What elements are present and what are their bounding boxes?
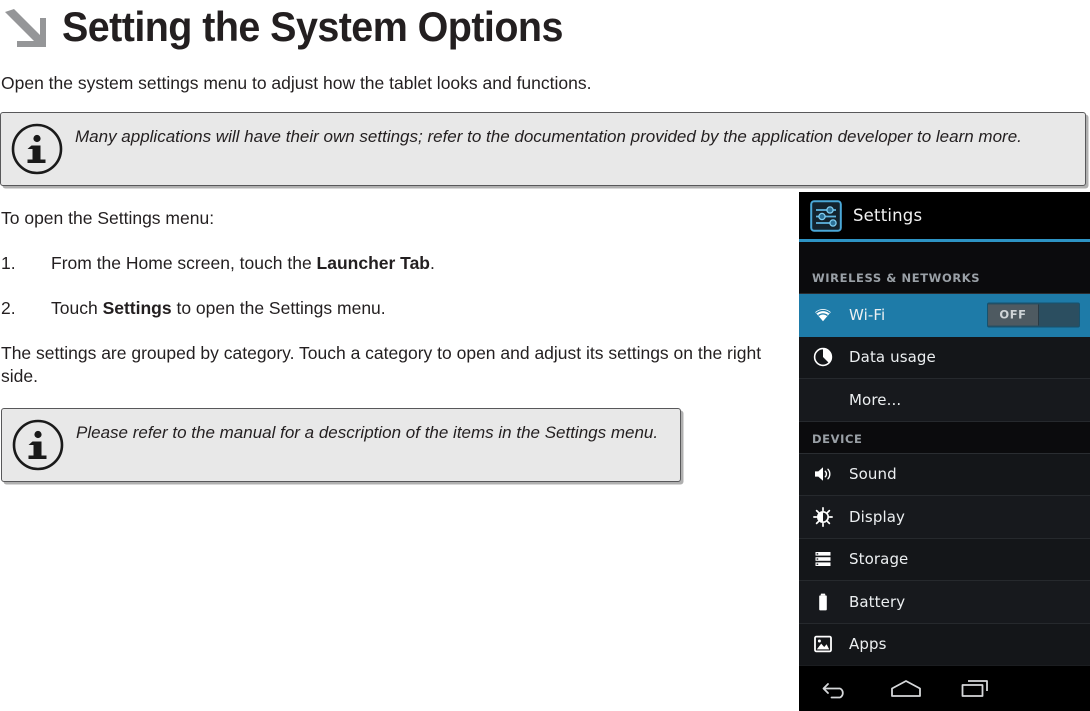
list-item-text-after: . xyxy=(430,253,435,273)
wifi-toggle-label: OFF xyxy=(999,307,1027,322)
info-icon xyxy=(11,123,63,175)
android-header: Settings xyxy=(799,192,1090,239)
intro-paragraph: Open the system settings menu to adjust … xyxy=(1,73,592,93)
list-item-text-before: Touch xyxy=(51,298,103,318)
list-item-body: From the Home screen, touch the Launcher… xyxy=(51,252,771,275)
note-text: Please refer to the manual for a descrip… xyxy=(76,423,659,442)
list-item-text-after: to open the Settings menu. xyxy=(171,298,386,318)
note-text: Many applications will have their own se… xyxy=(75,127,1022,146)
wifi-toggle-knob[interactable]: OFF xyxy=(988,304,1039,326)
arrow-down-right-icon xyxy=(2,6,48,50)
list-item-text-before: From the Home screen, touch the xyxy=(51,253,317,273)
settings-row-apps[interactable]: Apps xyxy=(799,623,1090,666)
settings-row-label: Wi-Fi xyxy=(849,305,886,324)
recents-icon[interactable] xyxy=(953,672,999,706)
page-title-row: Setting the System Options xyxy=(0,0,1090,54)
apps-image-icon xyxy=(812,633,834,655)
settings-sliders-icon xyxy=(810,199,842,232)
list-item-number: 1. xyxy=(1,253,16,273)
android-header-gap xyxy=(799,242,1090,260)
section-header-wireless: WIRELESS & NETWORKS xyxy=(799,260,1090,294)
pie-chart-icon xyxy=(812,346,834,368)
android-header-title: Settings xyxy=(853,206,923,225)
brightness-icon xyxy=(812,506,834,528)
note-box-applications: Many applications will have their own se… xyxy=(0,112,1086,186)
wifi-toggle[interactable]: OFF xyxy=(987,302,1080,328)
settings-row-sound[interactable]: Sound xyxy=(799,453,1090,496)
list-item-bold: Launcher Tab xyxy=(316,253,430,273)
settings-row-label: Apps xyxy=(849,635,887,654)
android-navigation-bar xyxy=(799,665,1090,711)
battery-icon xyxy=(812,591,834,613)
settings-row-wifi[interactable]: Wi-Fi OFF xyxy=(799,294,1090,337)
settings-row-label: Data usage xyxy=(849,348,936,367)
settings-row-battery[interactable]: Battery xyxy=(799,581,1090,624)
settings-row-data-usage[interactable]: Data usage xyxy=(799,336,1090,379)
back-icon[interactable] xyxy=(813,672,859,706)
info-icon xyxy=(12,419,64,471)
settings-row-storage[interactable]: Storage xyxy=(799,538,1090,581)
page-root: Setting the System Options Open the syst… xyxy=(0,0,1090,711)
list-item: 2. Touch Settings to open the Settings m… xyxy=(1,297,771,320)
settings-row-label: Battery xyxy=(849,592,906,611)
closing-paragraph: The settings are grouped by category. To… xyxy=(1,343,762,386)
storage-icon xyxy=(812,548,834,570)
settings-row-more[interactable]: More... xyxy=(799,379,1090,422)
list-item: 1. From the Home screen, touch the Launc… xyxy=(1,252,771,275)
note-box-manual: Please refer to the manual for a descrip… xyxy=(1,408,681,482)
settings-row-label: More... xyxy=(849,390,902,409)
home-icon[interactable] xyxy=(883,672,929,706)
android-settings-screenshot: Settings WIRELESS & NETWORKS Wi-Fi OFF D… xyxy=(799,192,1090,711)
section-header-device: DEVICE xyxy=(799,421,1090,454)
settings-row-label: Storage xyxy=(849,550,909,569)
lead-in-paragraph: To open the Settings menu: xyxy=(1,208,215,228)
settings-row-label: Sound xyxy=(849,465,897,484)
list-item-body: Touch Settings to open the Settings menu… xyxy=(51,297,771,320)
settings-row-label: Display xyxy=(849,507,905,526)
speaker-icon xyxy=(812,463,834,485)
list-item-number: 2. xyxy=(1,298,16,318)
body-block: To open the Settings menu: 1. From the H… xyxy=(0,207,771,482)
no-icon-placeholder xyxy=(812,389,834,411)
wifi-icon xyxy=(812,304,834,326)
list-item-bold: Settings xyxy=(102,298,172,318)
settings-row-display[interactable]: Display xyxy=(799,496,1090,539)
page-title: Setting the System Options xyxy=(62,3,563,50)
